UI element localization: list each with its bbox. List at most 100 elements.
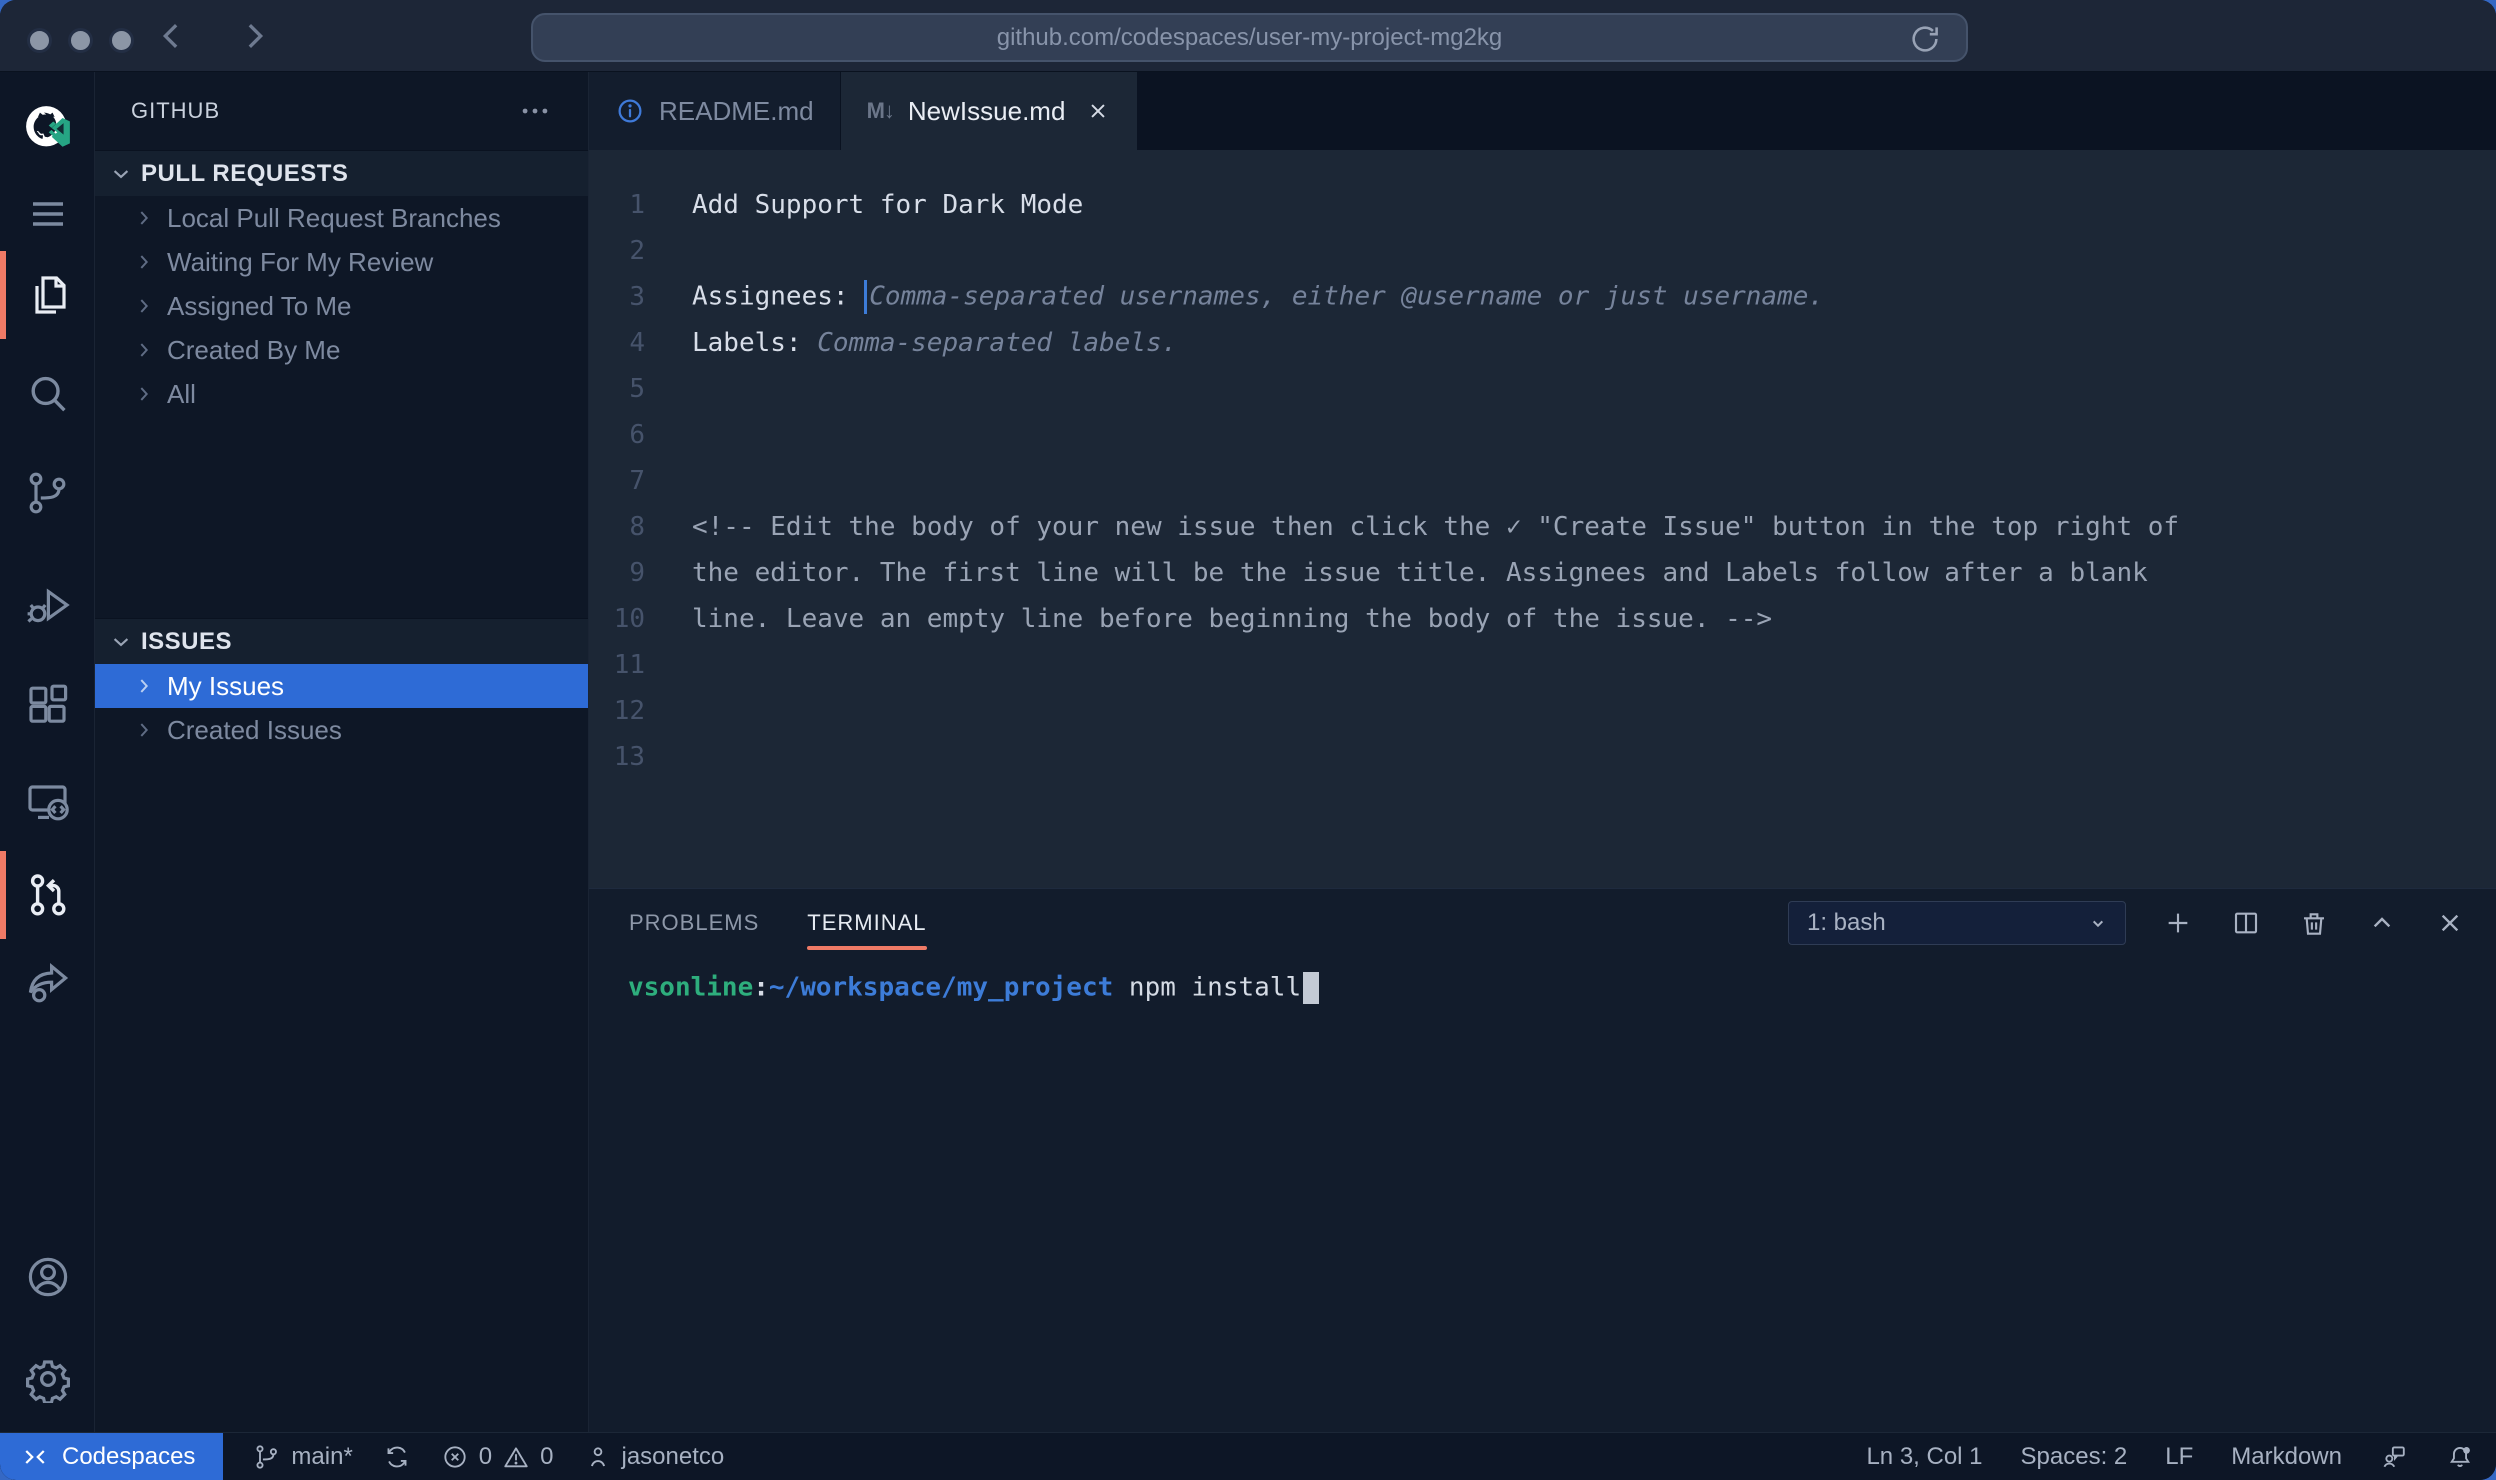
- code-line[interactable]: 11: [589, 642, 2496, 688]
- code-line[interactable]: 6: [589, 412, 2496, 458]
- code-line[interactable]: 12: [589, 688, 2496, 734]
- new-terminal-icon[interactable]: [2162, 907, 2194, 939]
- chevron-right-icon: [131, 205, 157, 231]
- activity-account[interactable]: [0, 1231, 95, 1323]
- assignees-placeholder: Comma-separated usernames, either @usern…: [869, 282, 1824, 312]
- activity-settings[interactable]: [0, 1333, 95, 1425]
- terminal-shell-select[interactable]: 1: bash: [1788, 901, 2126, 945]
- remote-indicator-codespaces[interactable]: Codespaces: [0, 1433, 223, 1480]
- bell-icon: [2446, 1443, 2474, 1471]
- tree-item-created-issues[interactable]: Created Issues: [95, 708, 588, 752]
- git-branch-icon: [253, 1443, 281, 1471]
- code-line[interactable]: 2: [589, 228, 2496, 274]
- code-line[interactable]: 7: [589, 458, 2496, 504]
- account-icon: [24, 1253, 72, 1301]
- kill-terminal-icon[interactable]: [2298, 907, 2330, 939]
- back-button[interactable]: [152, 16, 192, 56]
- tree-item-label: Created By Me: [167, 335, 340, 366]
- assignees-line: Assignees: Comma-separated usernames, ei…: [692, 280, 1824, 314]
- menu-button[interactable]: [0, 168, 95, 260]
- code-line[interactable]: 4 Labels: Comma-separated labels.: [589, 320, 2496, 366]
- markdown-icon: M↓: [867, 98, 894, 124]
- notifications-button[interactable]: [2446, 1433, 2474, 1480]
- chevron-right-icon: [131, 717, 157, 743]
- tab-new-issue[interactable]: M↓ NewIssue.md: [841, 72, 1138, 150]
- traffic-lights: [27, 28, 134, 53]
- activity-search[interactable]: [0, 349, 95, 441]
- minimize-window-button[interactable]: [68, 28, 93, 53]
- panel-tab-terminal[interactable]: TERMINAL: [807, 889, 926, 956]
- line-number: 6: [589, 420, 645, 450]
- code-line[interactable]: 8 <!-- Edit the body of your new issue t…: [589, 504, 2496, 550]
- terminal[interactable]: vsonline:~/workspace/my_project npm inst…: [589, 956, 2496, 1432]
- code-line[interactable]: 10 line. Leave an empty line before begi…: [589, 596, 2496, 642]
- sync-button[interactable]: [383, 1433, 411, 1480]
- cursor-position[interactable]: Ln 3, Col 1: [1866, 1433, 1982, 1480]
- address-bar[interactable]: github.com/codespaces/user-my-project-mg…: [531, 13, 1968, 62]
- code-line[interactable]: 13: [589, 734, 2496, 780]
- labels-placeholder: Comma-separated labels.: [817, 328, 1177, 358]
- code-line[interactable]: 1 Add Support for Dark Mode: [589, 182, 2496, 228]
- maximize-panel-icon[interactable]: [2366, 907, 2398, 939]
- eol-setting[interactable]: LF: [2165, 1433, 2193, 1480]
- labels-line: Labels: Comma-separated labels.: [692, 328, 1177, 358]
- tab-readme[interactable]: README.md: [589, 72, 841, 150]
- tree-item-assigned-to-me[interactable]: Assigned To Me: [95, 284, 588, 328]
- close-window-button[interactable]: [27, 28, 52, 53]
- section-issues[interactable]: ISSUES: [95, 618, 588, 664]
- files-icon: [24, 271, 72, 319]
- line-number: 3: [589, 282, 645, 312]
- warning-count: 0: [540, 1443, 553, 1471]
- tree-item-created-by-me[interactable]: Created By Me: [95, 328, 588, 372]
- section-label: PULL REQUESTS: [141, 160, 348, 188]
- code-line[interactable]: 3 Assignees: Comma-separated usernames, …: [589, 274, 2496, 320]
- info-icon: [615, 96, 645, 126]
- terminal-prompt-user: vsonline: [628, 973, 753, 1003]
- code-line[interactable]: 5: [589, 366, 2496, 412]
- sidebar-spacer: [95, 416, 588, 618]
- chevron-down-icon: [2085, 910, 2111, 936]
- user-indicator[interactable]: jasonetco: [584, 1433, 725, 1480]
- code-line[interactable]: 9 the editor. The first line will be the…: [589, 550, 2496, 596]
- close-tab-icon[interactable]: [1085, 98, 1111, 124]
- tree-item-my-issues[interactable]: My Issues: [95, 664, 588, 708]
- issue-title-text: Add Support for Dark Mode: [692, 190, 1083, 220]
- activity-live-share[interactable]: [0, 936, 95, 1028]
- share-arrow-icon: [24, 958, 72, 1006]
- split-terminal-icon[interactable]: [2230, 907, 2262, 939]
- chevron-down-icon: [107, 160, 135, 188]
- github-codespaces-logo[interactable]: [0, 82, 95, 174]
- activity-remote-explorer[interactable]: [0, 756, 95, 848]
- activity-run-debug[interactable]: [0, 559, 95, 651]
- terminal-prompt-path: ~/workspace/my_project: [769, 973, 1113, 1003]
- activity-github-pull-requests[interactable]: [0, 849, 95, 941]
- tree-item-waiting-for-my-review[interactable]: Waiting For My Review: [95, 240, 588, 284]
- maximize-window-button[interactable]: [109, 28, 134, 53]
- indentation-setting[interactable]: Spaces: 2: [2021, 1433, 2128, 1480]
- editor-area[interactable]: 1 Add Support for Dark Mode 2 3 Assignee…: [589, 150, 2496, 888]
- branch-indicator[interactable]: main*: [253, 1433, 352, 1480]
- tree-item-all[interactable]: All: [95, 372, 588, 416]
- problems-indicator[interactable]: 0 0: [441, 1433, 554, 1480]
- panel-tab-problems[interactable]: PROBLEMS: [629, 889, 759, 956]
- activity-explorer[interactable]: [0, 249, 95, 341]
- tree-item-label: Waiting For My Review: [167, 247, 433, 278]
- warning-icon: [502, 1443, 530, 1471]
- line-number: 12: [589, 696, 645, 726]
- chevron-right-icon: [131, 249, 157, 275]
- tree-item-local-pr-branches[interactable]: Local Pull Request Branches: [95, 196, 588, 240]
- comment-line: the editor. The first line will be the i…: [692, 558, 2148, 588]
- more-actions-icon[interactable]: [518, 94, 552, 128]
- section-pull-requests[interactable]: PULL REQUESTS: [95, 150, 588, 196]
- line-number: 9: [589, 558, 645, 588]
- activity-extensions[interactable]: [0, 659, 95, 751]
- forward-button[interactable]: [234, 16, 274, 56]
- tree-item-label: Assigned To Me: [167, 291, 352, 322]
- close-panel-icon[interactable]: [2434, 907, 2466, 939]
- tree-item-label: All: [167, 379, 196, 410]
- labels-label: Labels:: [692, 328, 817, 358]
- feedback-button[interactable]: [2380, 1433, 2408, 1480]
- reload-icon[interactable]: [1908, 22, 1942, 56]
- activity-source-control[interactable]: [0, 447, 95, 539]
- language-mode[interactable]: Markdown: [2231, 1433, 2342, 1480]
